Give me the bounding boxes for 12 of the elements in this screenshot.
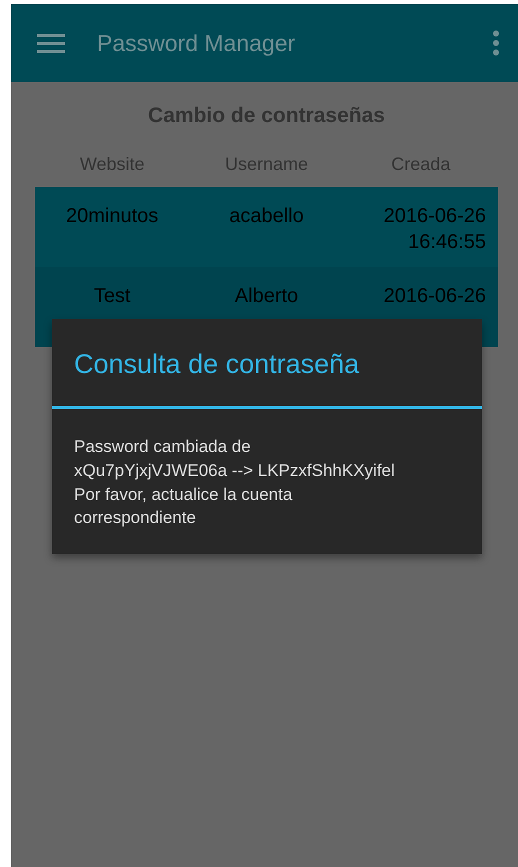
dialog-message: Password cambiada de xQu7pYjxjVJWE06a --> LKPzxfShhKXyifel Por favor, actualice la cuenta correspondiente bbox=[73, 436, 396, 530]
table-cell-text: Alberto bbox=[234, 284, 300, 309]
menu-icon[interactable] bbox=[37, 33, 65, 53]
table-row[interactable]: 20minutos acabello 2016-06-26 16:46:55 bbox=[35, 187, 498, 267]
table-cell-text: acabello bbox=[228, 204, 305, 229]
more-options-icon[interactable] bbox=[492, 30, 500, 56]
table-cell-text: Test bbox=[92, 284, 132, 309]
dialog-title: Consulta de contraseña bbox=[52, 319, 482, 409]
table-cell-text: 2016-06-26 bbox=[382, 284, 487, 309]
table-cell-text: 2016-06-26 16:46:55 bbox=[382, 204, 487, 255]
app-title: Password Manager bbox=[97, 30, 296, 56]
table-cell-text: 20minutos bbox=[65, 204, 160, 229]
